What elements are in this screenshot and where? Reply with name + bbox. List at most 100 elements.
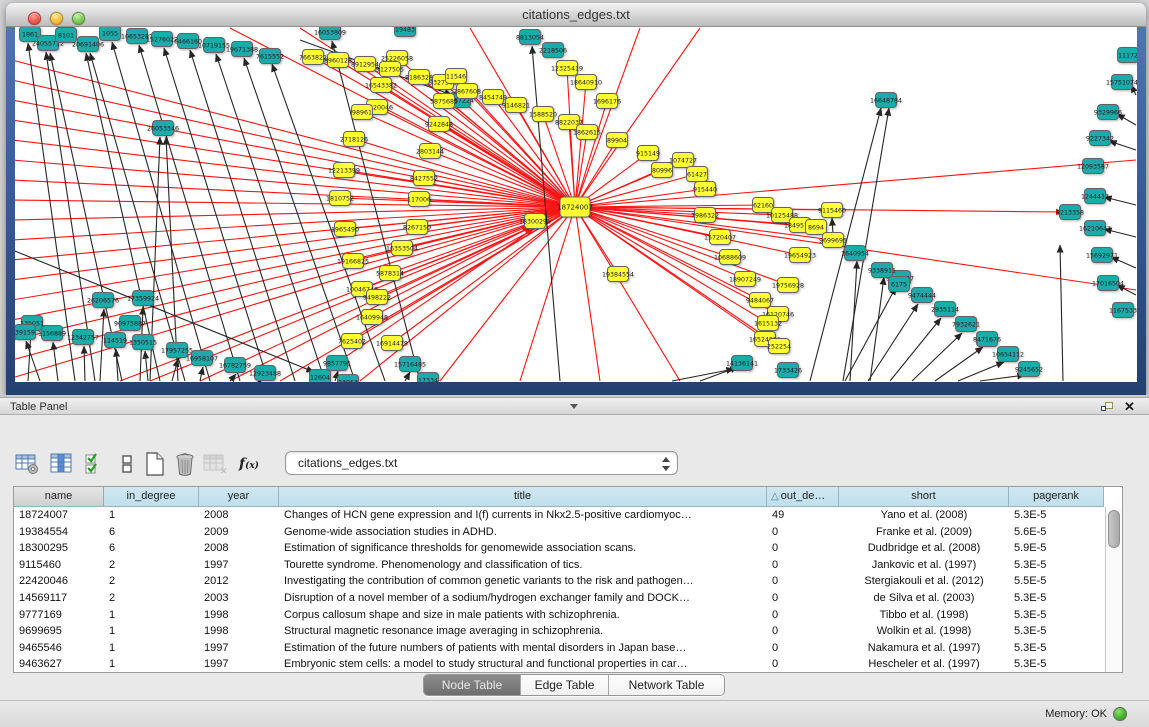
graph-node[interactable]: 2218506 [539,43,567,58]
table-selector-dropdown[interactable]: citations_edges.txt [285,451,678,475]
graph-node[interactable]: 9242848 [425,117,453,132]
network-canvas[interactable]: 1861240557128101206914061055106532871527… [15,27,1137,382]
graph-node[interactable]: 1862615 [573,125,601,140]
tab-edge-table[interactable]: Edge Table [521,675,609,695]
graph-node[interactable]: 1696176 [593,94,621,109]
toggle-columns-button[interactable] [112,449,142,479]
create-table-button[interactable] [140,449,170,479]
graph-node[interactable]: 252254 [767,339,791,354]
graph-node[interactable]: 15751074 [1106,75,1137,90]
tab-network-table[interactable]: Network Table [609,675,724,695]
graph-node[interactable]: 1167533 [1109,303,1137,318]
graph-node[interactable]: 9127505 [376,62,404,77]
graph-node[interactable]: 11546 [446,69,467,84]
memory-status-indicator[interactable] [1113,707,1127,721]
table-vertical-scrollbar[interactable] [1105,507,1122,672]
table-row[interactable]: 911546021997Tourette syndrome. Phenomeno… [14,557,1122,574]
graph-node[interactable]: 9115460 [818,203,846,218]
graph-node[interactable]: 15716485 [394,357,426,372]
graph-node[interactable]: 17334 [418,373,439,383]
graph-node[interactable]: 19756928 [772,278,804,293]
table-row[interactable]: 969969511998Structural magnetic resonanc… [14,623,1122,640]
graph-node[interactable]: 18640910 [570,75,602,90]
column-header-title[interactable]: title [279,487,767,507]
graph-node[interactable]: 8427552 [410,171,438,186]
graph-node[interactable]: 9484067 [746,293,774,308]
graph-node[interactable]: 12923488 [249,366,281,381]
graph-node[interactable]: 8960128 [324,53,352,68]
graph-node[interactable]: 8267150 [403,220,431,235]
graph-node[interactable]: 9699695 [819,233,847,248]
graph-node[interactable]: 1350515 [129,335,157,350]
graph-node[interactable]: 9146821 [502,98,530,113]
column-header-out_de[interactable]: △out_de… [767,487,839,507]
graph-node[interactable]: 8101 [56,28,77,43]
graph-node[interactable]: 114519 [103,333,127,348]
graph-node[interactable]: 19384554 [602,267,634,282]
tab-node-table[interactable]: Node Table [424,675,521,695]
scrollbar-thumb[interactable] [1108,510,1120,548]
graph-node[interactable]: 16648784 [870,93,902,108]
graph-node[interactable]: 9227342 [1086,131,1114,146]
graph-node[interactable]: 15720407 [704,230,736,245]
table-row[interactable]: 946362711997Embryonic stem cells: a mode… [14,656,1122,673]
graph-node[interactable]: 10654112 [992,347,1024,362]
graph-node[interactable]: 19654923 [784,248,816,263]
graph-node[interactable]: 1055 [100,27,121,41]
graph-node[interactable]: 1640954 [841,246,869,261]
column-selection-button[interactable] [46,449,76,479]
column-header-short[interactable]: short [839,487,1009,507]
graph-node[interactable]: 14136141 [726,356,758,371]
table-row[interactable]: 977716911998Corpus callosum shape and si… [14,607,1122,624]
graph-node[interactable]: 7986322 [691,208,719,223]
graph-node[interactable]: 8213358 [1056,205,1084,220]
graph-node[interactable]: 9474444 [908,288,936,303]
graph-node[interactable]: 80996 [652,163,673,178]
graph-node[interactable]: 2803144 [416,144,444,159]
graph-node[interactable]: 98961 [352,105,373,120]
graph-node[interactable]: 8694 [806,220,827,235]
graph-node[interactable]: 16353504 [386,241,418,256]
graph-node[interactable]: 90975887 [114,316,146,331]
graph-node[interactable]: 1156889 [38,326,66,341]
graph-node[interactable]: 7663822 [299,50,327,65]
graph-node[interactable]: 1615132 [754,316,782,331]
graph-node[interactable]: 6175 [889,277,910,292]
table-row[interactable]: 1830029562008Estimation of significance … [14,540,1122,557]
network-window-titlebar[interactable]: citations_edges.txt [6,3,1146,27]
column-header-name[interactable]: name [14,487,104,507]
graph-node[interactable]: 2718126 [340,132,368,147]
graph-node[interactable]: 915440 [693,182,717,197]
function-builder-button[interactable]: f(x) [232,449,266,479]
graph-node[interactable]: 19166825 [337,254,369,269]
graph-node[interactable]: 39159 [15,325,36,340]
graph-node[interactable]: 9329966 [1094,105,1122,120]
graph-node[interactable]: 16914479 [376,336,408,351]
delete-table-button[interactable] [170,449,200,479]
graph-node[interactable]: 17359924 [127,291,159,306]
graph-node[interactable]: 915149 [636,146,660,161]
table-row[interactable]: 1872400712008Changes of HCN gene express… [14,507,1122,524]
citation-network-graph[interactable]: 1861240557128101206914061055106532871527… [15,27,1137,382]
table-settings-button[interactable] [12,449,42,479]
graph-node[interactable]: 7932621 [952,317,980,332]
graph-node[interactable]: 26053346 [147,121,179,136]
graph-node[interactable]: 11172 [1118,48,1138,63]
graph-node[interactable]: 12604 [310,370,331,383]
graph-node[interactable]: 18724007 [557,197,593,217]
graph-node[interactable]: 61427 [687,167,708,182]
table-row[interactable]: 1938455462009Genome-wide association stu… [14,524,1122,541]
graph-node[interactable]: 5878314 [376,266,404,281]
graph-node[interactable]: 10688609 [714,250,746,265]
graph-node[interactable]: 5875685 [430,94,458,109]
graph-node[interactable]: 9338911 [868,263,896,278]
table-row[interactable]: 946554611997Estimation of the future num… [14,640,1122,657]
graph-node[interactable]: 19483 [395,27,416,37]
graph-node[interactable]: 117006 [407,192,431,207]
column-header-pagerank[interactable]: pagerank [1009,487,1104,507]
graph-node[interactable]: 16210643 [1079,221,1111,236]
graph-node[interactable]: 17016504 [1092,276,1124,291]
graph-node[interactable]: 8912954 [351,57,379,72]
graph-node[interactable]: 2935114 [931,302,959,317]
graph-node[interactable]: 12093587 [1077,159,1109,174]
